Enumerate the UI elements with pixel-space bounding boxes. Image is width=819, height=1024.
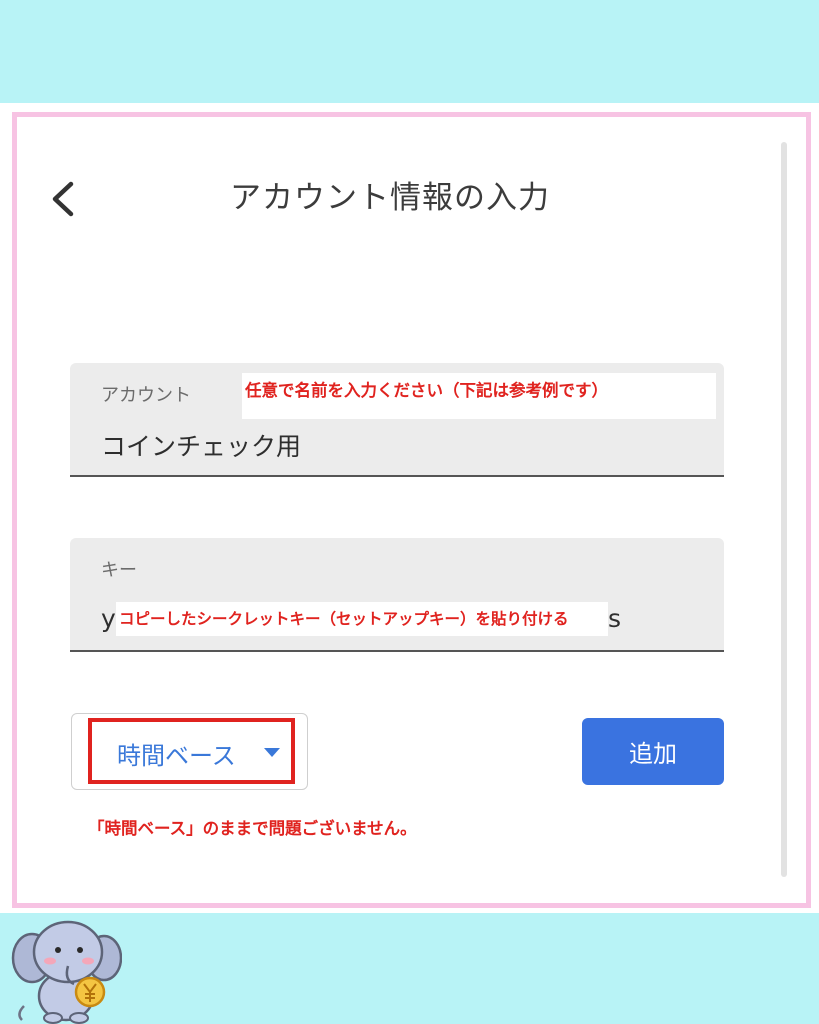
back-button[interactable] — [46, 176, 86, 222]
yen-coin-icon — [74, 976, 106, 1008]
select-highlight-box — [88, 718, 295, 784]
account-field[interactable]: アカウント 任意で名前を入力ください（下記は参考例です） コインチェック用 — [70, 363, 724, 477]
top-banner-band — [0, 0, 819, 103]
key-field-label: キー — [101, 560, 137, 581]
key-field[interactable]: キー y コピーしたシークレットキー（セットアップキー）を貼り付ける s — [70, 538, 724, 652]
page-title: アカウント情報の入力 — [230, 180, 550, 216]
account-annotation: 任意で名前を入力ください（下記は参考例です） — [242, 373, 716, 419]
account-field-value: コインチェック用 — [101, 432, 302, 461]
key-value-prefix: y — [101, 604, 116, 633]
chevron-left-icon — [52, 181, 74, 217]
key-annotation: コピーしたシークレットキー（セットアップキー）を貼り付ける — [116, 602, 608, 636]
bottom-banner-band — [0, 913, 819, 1024]
account-field-label: アカウント — [101, 385, 191, 406]
key-value-suffix: s — [608, 604, 622, 633]
select-annotation: 「時間ベース」のままで問題ございません。 — [88, 819, 417, 838]
scrollbar[interactable] — [781, 142, 787, 877]
add-button[interactable]: 追加 — [582, 718, 724, 785]
elephant-mascot-icon — [11, 920, 122, 1024]
